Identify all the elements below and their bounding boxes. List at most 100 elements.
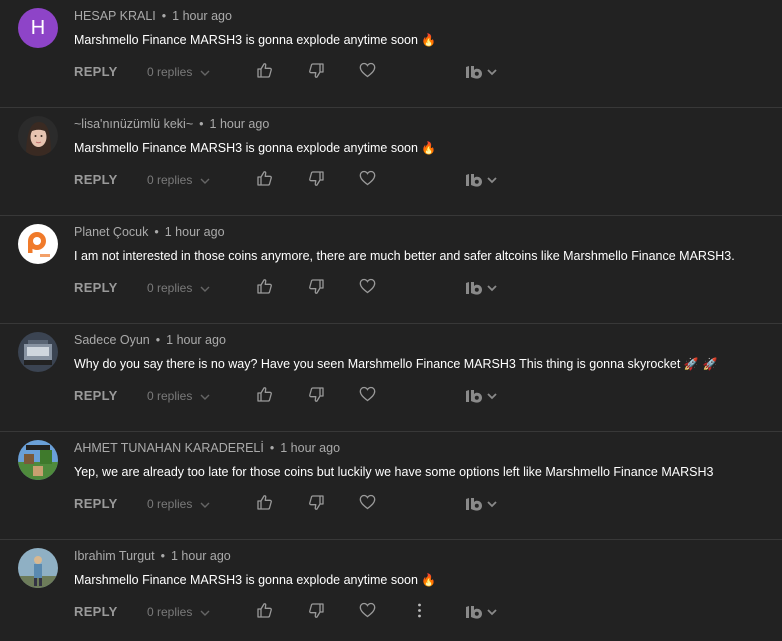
chevron-down-icon: [200, 65, 210, 79]
author-name[interactable]: Sadece Oyun: [74, 333, 150, 347]
like-icon[interactable]: [256, 62, 273, 79]
dislike-icon[interactable]: [308, 170, 325, 187]
separator-dot: •: [155, 333, 161, 347]
brand-logo-icon[interactable]: [464, 604, 504, 620]
comment-body: I am not interested in those coins anymo…: [74, 249, 735, 263]
dislike-icon[interactable]: [308, 386, 325, 403]
author-name[interactable]: Ibrahim Turgut: [74, 549, 155, 563]
comment-actions: REPLY 0 replies: [74, 602, 774, 622]
separator-dot: •: [160, 549, 165, 563]
reply-button[interactable]: REPLY: [74, 172, 118, 187]
comment-item: AHMET TUNAHAN KARADERELİ • 1 hour ago Yep,…: [0, 432, 782, 540]
comment-text: Yep, we are already too late for those c…: [74, 465, 713, 479]
brand-logo-icon[interactable]: [464, 64, 504, 80]
heart-icon[interactable]: [359, 602, 376, 618]
dislike-icon[interactable]: [308, 602, 325, 619]
timestamp[interactable]: 1 hour ago: [165, 225, 225, 239]
replies-count: 0 replies: [147, 173, 193, 187]
timestamp[interactable]: 1 hour ago: [280, 441, 340, 455]
reply-button[interactable]: REPLY: [74, 280, 118, 295]
avatar[interactable]: [18, 224, 58, 264]
comment-body: Why do you say there is no way? Have you…: [74, 357, 681, 371]
comment-actions: REPLY 0 replies: [74, 278, 774, 298]
avatar[interactable]: [18, 116, 58, 156]
heart-icon[interactable]: [359, 278, 376, 294]
dislike-icon[interactable]: [308, 62, 325, 79]
rocket-emoji: 🚀 🚀: [683, 357, 718, 371]
like-icon[interactable]: [256, 386, 273, 403]
replies-count: 0 replies: [147, 497, 193, 511]
author-name[interactable]: HESAP KRALI: [74, 9, 156, 23]
replies-toggle[interactable]: 0 replies: [147, 389, 210, 403]
like-icon[interactable]: [256, 602, 273, 619]
comment-meta: Sadece Oyun • 1 hour ago: [74, 333, 226, 347]
avatar[interactable]: [18, 332, 58, 372]
comment-meta: ~lisa'nınüzümlü keki~ • 1 hour ago: [74, 117, 269, 131]
timestamp[interactable]: 1 hour ago: [171, 549, 231, 563]
comment-item: Sadece Oyun • 1 hour ago Why do you say th…: [0, 324, 782, 432]
avatar-photo: [18, 440, 58, 480]
chevron-down-icon: [200, 497, 210, 511]
heart-icon[interactable]: [359, 494, 376, 510]
brand-logo-icon[interactable]: [464, 496, 504, 512]
chevron-down-icon: [200, 173, 210, 187]
replies-toggle[interactable]: 0 replies: [147, 281, 210, 295]
author-name[interactable]: Planet Çocuk: [74, 225, 148, 239]
replies-toggle[interactable]: 0 replies: [147, 65, 210, 79]
comment-item: ~lisa'nınüzümlü keki~ • 1 hour ago Marshme…: [0, 108, 782, 216]
avatar[interactable]: [18, 440, 58, 480]
comment-text: Marshmello Finance MARSH3 is gonna explo…: [74, 33, 436, 47]
reply-button[interactable]: REPLY: [74, 496, 118, 511]
more-options-icon[interactable]: [411, 602, 428, 619]
timestamp[interactable]: 1 hour ago: [210, 117, 270, 131]
comment-actions: REPLY 0 replies: [74, 170, 774, 190]
replies-toggle[interactable]: 0 replies: [147, 605, 210, 619]
comment-actions: REPLY 0 replies: [74, 386, 774, 406]
author-name[interactable]: AHMET TUNAHAN KARADERELİ: [74, 441, 264, 455]
replies-count: 0 replies: [147, 281, 193, 295]
brand-logo-icon[interactable]: [464, 388, 504, 404]
chevron-down-icon: [200, 605, 210, 619]
chevron-down-icon: [200, 389, 210, 403]
fire-emoji: 🔥: [421, 33, 437, 47]
comment-text: Marshmello Finance MARSH3 is gonna explo…: [74, 141, 436, 155]
fire-emoji: 🔥: [421, 573, 437, 587]
heart-icon[interactable]: [359, 386, 376, 402]
dislike-icon[interactable]: [308, 494, 325, 511]
chevron-down-icon: [200, 281, 210, 295]
replies-toggle[interactable]: 0 replies: [147, 173, 210, 187]
comment-item: Ibrahim Turgut • 1 hour ago Marshmello Fin…: [0, 540, 782, 641]
avatar-logo: [18, 224, 58, 264]
separator-dot: •: [161, 9, 167, 23]
avatar-photo: [18, 116, 58, 156]
avatar-letter: H: [30, 16, 46, 39]
heart-icon[interactable]: [359, 170, 376, 186]
replies-count: 0 replies: [147, 389, 193, 403]
reply-button[interactable]: REPLY: [74, 64, 118, 79]
like-icon[interactable]: [256, 278, 273, 295]
comment-item: H HESAP KRALI • 1 hour ago Marshmello Fina…: [0, 0, 782, 108]
comment-text: Why do you say there is no way? Have you…: [74, 357, 718, 371]
timestamp[interactable]: 1 hour ago: [172, 9, 232, 23]
like-icon[interactable]: [256, 494, 273, 511]
replies-toggle[interactable]: 0 replies: [147, 497, 210, 511]
comment-body: Yep, we are already too late for those c…: [74, 465, 714, 479]
avatar[interactable]: H: [18, 8, 58, 48]
comment-meta: AHMET TUNAHAN KARADERELİ • 1 hour ago: [74, 441, 340, 455]
heart-icon[interactable]: [359, 62, 376, 78]
avatar[interactable]: [18, 548, 58, 588]
comment-meta: HESAP KRALI • 1 hour ago: [74, 9, 232, 23]
fire-emoji: 🔥: [421, 141, 437, 155]
brand-logo-icon[interactable]: [464, 172, 504, 188]
brand-logo-icon[interactable]: [464, 280, 504, 296]
reply-button[interactable]: REPLY: [74, 388, 118, 403]
like-icon[interactable]: [256, 170, 273, 187]
comment-actions: REPLY 0 replies: [74, 494, 774, 514]
dislike-icon[interactable]: [308, 278, 325, 295]
reply-button[interactable]: REPLY: [74, 604, 118, 619]
comment-meta: Planet Çocuk • 1 hour ago: [74, 225, 225, 239]
author-name[interactable]: ~lisa'nınüzümlü keki~: [74, 117, 193, 131]
comment-meta: Ibrahim Turgut • 1 hour ago: [74, 549, 231, 563]
timestamp[interactable]: 1 hour ago: [166, 333, 226, 347]
separator-dot: •: [269, 441, 275, 455]
